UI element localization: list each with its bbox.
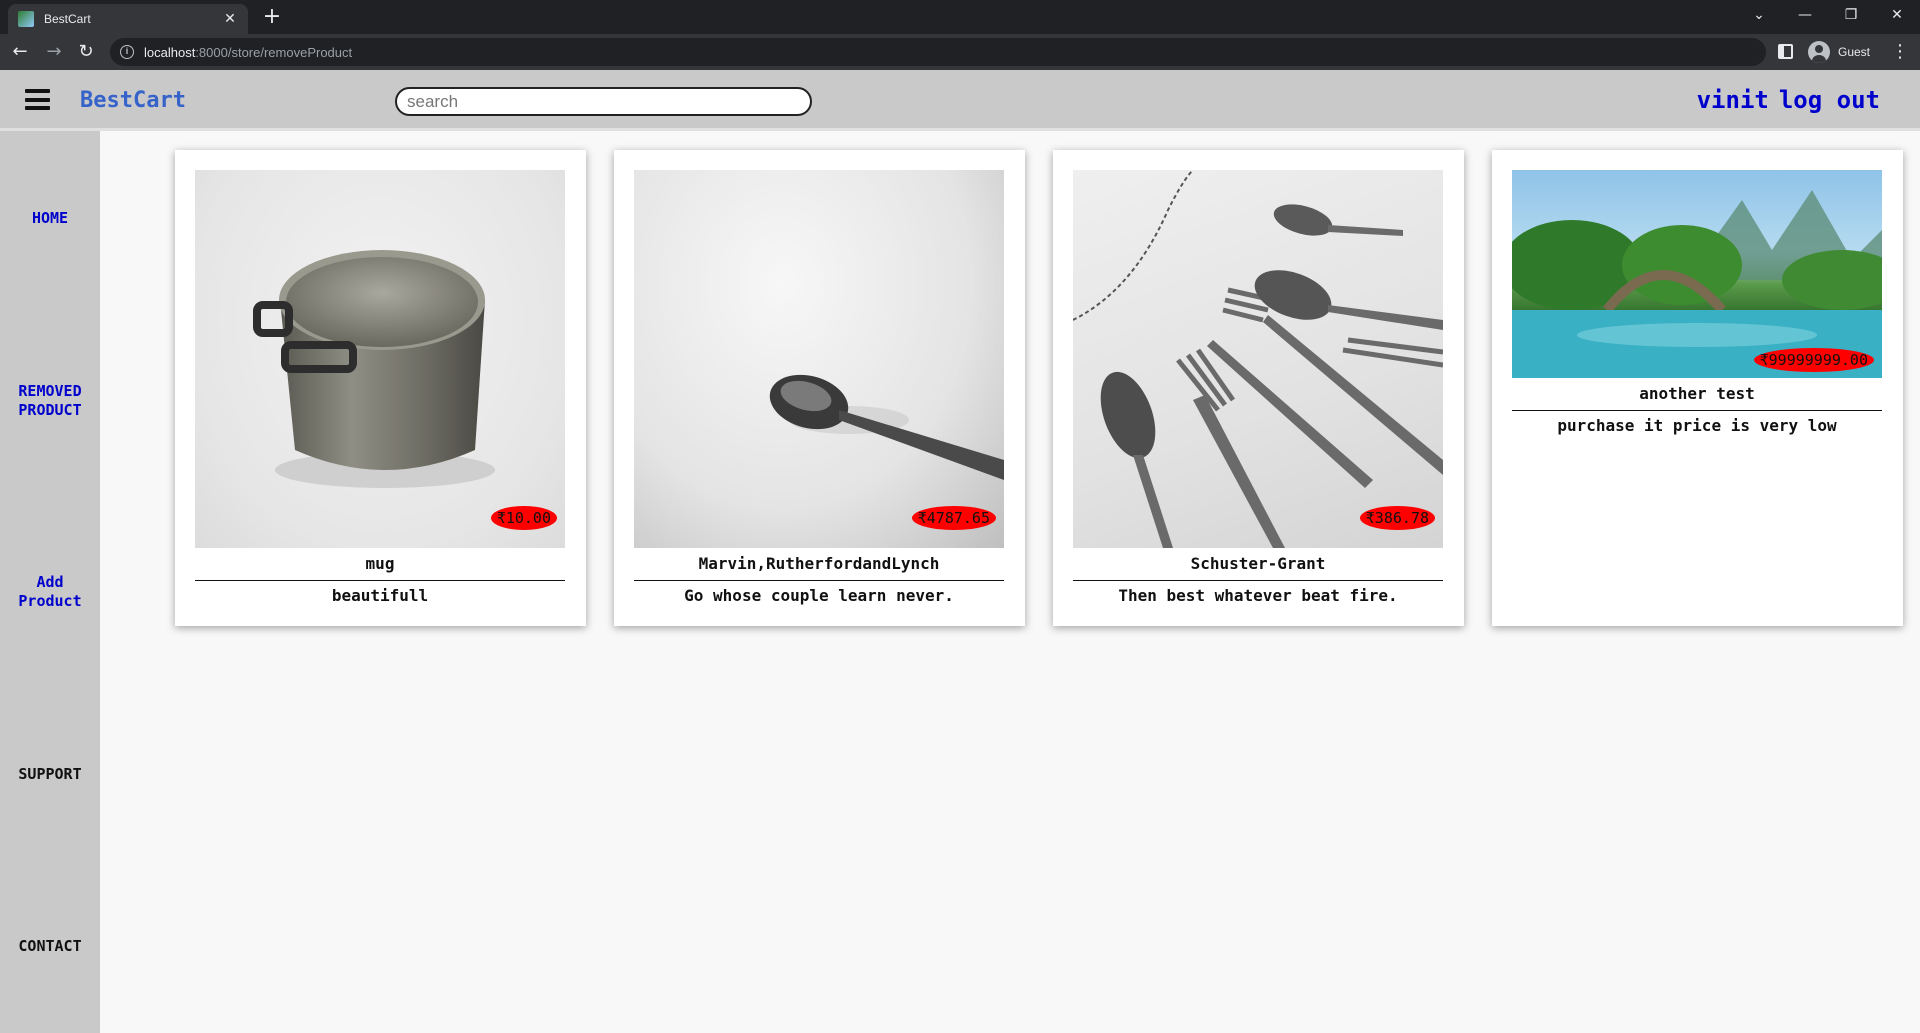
product-description: beautifull: [331, 586, 429, 605]
product-description: Then best whatever beat fire.: [1118, 586, 1398, 605]
restore-icon[interactable]: ❐: [1828, 0, 1874, 30]
favicon-icon: [18, 11, 34, 27]
product-name: Schuster-Grant: [1190, 554, 1326, 573]
product-card[interactable]: ₹386.78 Schuster-Grant Then best whateve…: [1053, 150, 1464, 626]
price-badge: ₹99999999.00: [1753, 348, 1874, 372]
site-info-icon[interactable]: i: [120, 45, 134, 59]
brand-logo[interactable]: BestCart: [80, 88, 186, 113]
divider: [1512, 410, 1882, 411]
sidebar: HOME REMOVED PRODUCT Add Product SUPPORT…: [0, 131, 100, 1033]
user-links: vinit log out: [1687, 86, 1880, 114]
tab-search-icon[interactable]: ⌄: [1736, 0, 1782, 30]
price-badge: ₹4787.65: [911, 506, 996, 530]
product-card[interactable]: ₹4787.65 Marvin,RutherfordandLynch Go wh…: [614, 150, 1025, 626]
logout-link[interactable]: log out: [1779, 86, 1880, 114]
tab-title: BestCart: [44, 12, 91, 26]
browser-tab-strip: BestCart ✕ + ⌄ — ❐ ✕: [0, 0, 1920, 34]
forward-icon[interactable]: →: [42, 40, 66, 64]
sidebar-item-support[interactable]: SUPPORT: [0, 765, 100, 784]
site-header: BestCart vinit log out: [0, 70, 1920, 131]
browser-menu-icon[interactable]: ⋮: [1890, 40, 1910, 64]
product-card[interactable]: ₹99999999.00 another test purchase it pr…: [1492, 150, 1903, 626]
divider: [195, 580, 565, 581]
sidebar-item-add-product[interactable]: Add Product: [0, 573, 100, 611]
product-image: ₹99999999.00: [1512, 170, 1882, 378]
back-icon[interactable]: ←: [8, 40, 32, 64]
price-badge: ₹386.78: [1359, 506, 1435, 530]
product-description: Go whose couple learn never.: [684, 586, 954, 605]
browser-tab[interactable]: BestCart ✕: [8, 4, 248, 34]
profile-label: Guest: [1838, 45, 1871, 59]
hamburger-menu-icon[interactable]: [25, 89, 50, 110]
product-image: ₹4787.65: [634, 170, 1004, 548]
product-name: mug: [365, 554, 395, 573]
minimize-icon[interactable]: —: [1782, 0, 1828, 30]
product-name: Marvin,RutherfordandLynch: [698, 554, 940, 573]
product-name: another test: [1639, 384, 1755, 403]
url-host: localhost: [144, 44, 196, 60]
reload-icon[interactable]: ↻: [74, 40, 98, 64]
window-controls: ⌄ — ❐ ✕: [1736, 0, 1920, 30]
address-bar[interactable]: i localhost:8000/store/removeProduct: [110, 38, 1766, 66]
divider: [1073, 580, 1443, 581]
profile-button[interactable]: Guest: [1808, 41, 1870, 63]
sidebar-item-home[interactable]: HOME: [0, 209, 100, 228]
sidebar-item-removed-product[interactable]: REMOVED PRODUCT: [0, 382, 100, 420]
close-tab-icon[interactable]: ✕: [222, 11, 238, 27]
price-badge: ₹10.00: [490, 506, 557, 530]
product-description: purchase it price is very low: [1557, 416, 1837, 435]
divider: [634, 580, 1004, 581]
new-tab-button[interactable]: +: [260, 5, 284, 29]
username-link[interactable]: vinit: [1697, 86, 1769, 114]
browser-toolbar: ← → ↻ i localhost:8000/store/removeProdu…: [0, 34, 1920, 70]
close-window-icon[interactable]: ✕: [1874, 0, 1920, 30]
url-path: :8000/store/removeProduct: [195, 44, 353, 60]
product-card[interactable]: ₹10.00 mug beautifull: [175, 150, 586, 626]
sidebar-item-contact[interactable]: CONTACT: [0, 937, 100, 956]
product-image: ₹386.78: [1073, 170, 1443, 548]
avatar-icon: [1808, 41, 1830, 63]
search-input[interactable]: [395, 87, 812, 116]
product-image: ₹10.00: [195, 170, 565, 548]
side-panel-icon[interactable]: [1778, 44, 1793, 59]
